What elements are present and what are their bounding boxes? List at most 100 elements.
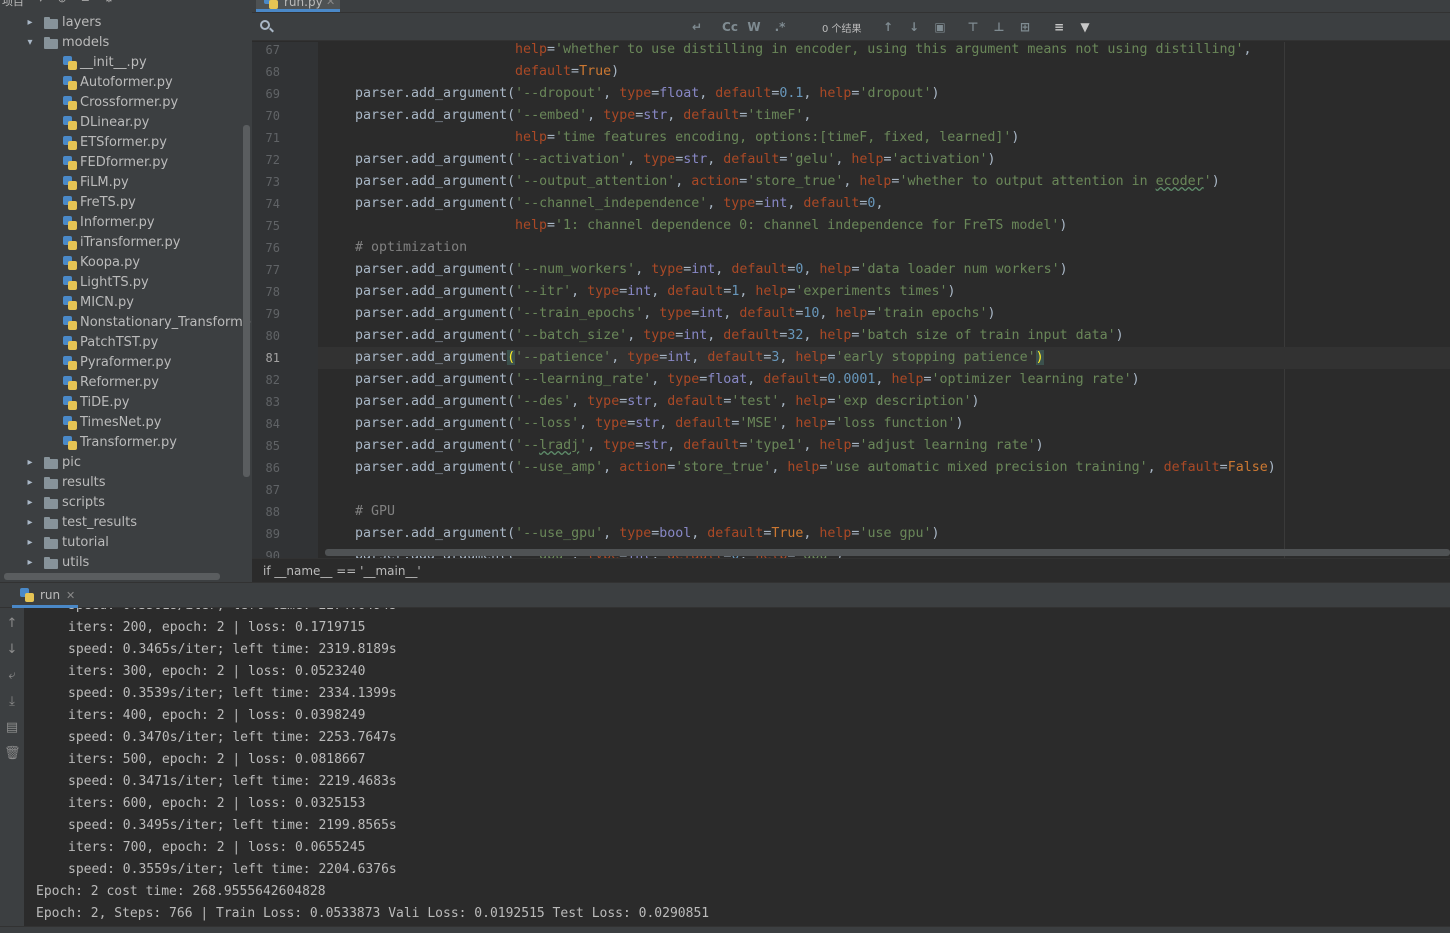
tree-file[interactable]: MICN.py [0, 293, 252, 313]
tree-folder-test_results[interactable]: ▸ test_results [0, 513, 252, 533]
scroll-to-end-icon[interactable]: ⤓ [4, 694, 20, 710]
tab-close-icon[interactable]: ✕ [326, 0, 335, 8]
run-tab-close-icon[interactable]: ✕ [66, 583, 75, 608]
tree-file[interactable]: FreTS.py [0, 193, 252, 213]
line-number[interactable]: 68 [252, 61, 280, 83]
line-number[interactable]: 82 [252, 369, 280, 391]
chevron-right-icon[interactable]: ▸ [24, 533, 36, 553]
line-number[interactable]: 84 [252, 413, 280, 435]
tree-file[interactable]: Reformer.py [0, 373, 252, 393]
tree-folder-results[interactable]: ▸ results [0, 473, 252, 493]
chevron-right-icon[interactable]: ▸ [24, 553, 36, 573]
code-line[interactable]: parser.add_argument('--embed', type=str,… [318, 105, 1450, 127]
code-line[interactable]: parser.add_argument('--batch_size', type… [318, 325, 1450, 347]
scroll-up-icon[interactable]: ↑ [4, 616, 20, 632]
code-line-current[interactable]: parser.add_argument('--patience', type=i… [318, 347, 1450, 369]
breadcrumb[interactable]: if __name__ == '__main__' [252, 558, 1450, 582]
tree-file[interactable]: PatchTST.py [0, 333, 252, 353]
line-number[interactable]: 89 [252, 523, 280, 545]
new-line-icon[interactable]: ↵ [688, 18, 706, 36]
editor-horizontal-scrollbar[interactable] [325, 549, 1450, 556]
line-number[interactable]: 78 [252, 281, 280, 303]
code-line[interactable]: parser.add_argument('--output_attention'… [318, 171, 1450, 193]
tree-folder-layers[interactable]: ▸ layers [0, 13, 252, 33]
code-line[interactable]: parser.add_argument('--dropout', type=fl… [318, 83, 1450, 105]
line-number[interactable]: 72 [252, 149, 280, 171]
code-line[interactable]: # optimization [318, 237, 1450, 259]
next-occurrence-icon[interactable]: ↓ [906, 18, 922, 36]
tab-run-py[interactable]: run.py ✕ [256, 0, 340, 12]
code-editor[interactable]: help='whether to use distilling in encod… [318, 42, 1450, 558]
tree-folder-models[interactable]: ▾ models [0, 33, 252, 53]
code-line[interactable]: parser.add_argument('--activation', type… [318, 149, 1450, 171]
project-panel-title[interactable]: 项目 [2, 0, 24, 8]
tree-file[interactable]: iTransformer.py [0, 233, 252, 253]
code-line[interactable]: help='1: channel dependence 0: channel i… [318, 215, 1450, 237]
code-line[interactable]: parser.add_argument('--itr', type=int, d… [318, 281, 1450, 303]
code-line[interactable]: parser.add_argument('--loss', type=str, … [318, 413, 1450, 435]
line-number[interactable]: 71 [252, 127, 280, 149]
open-in-window-icon[interactable]: ▣ [932, 18, 948, 36]
match-case-button[interactable]: Cc [720, 18, 740, 36]
code-line[interactable]: parser.add_argument('--channel_independe… [318, 193, 1450, 215]
code-line[interactable]: parser.add_argument('--train_epochs', ty… [318, 303, 1450, 325]
search-icon[interactable] [260, 20, 274, 34]
project-tree-vertical-scrollbar[interactable] [243, 125, 250, 477]
line-number[interactable]: 88 [252, 501, 280, 523]
tree-file[interactable]: FiLM.py [0, 173, 252, 193]
filter-search-results-icon[interactable]: ≡ [1050, 18, 1068, 36]
tree-file[interactable]: Koopa.py [0, 253, 252, 273]
code-line[interactable]: help='whether to use distilling in encod… [318, 42, 1450, 61]
tree-folder-tutorial[interactable]: ▸ tutorial [0, 533, 252, 553]
line-number[interactable]: 83 [252, 391, 280, 413]
chevron-right-icon[interactable]: ▸ [24, 493, 36, 513]
tree-file[interactable]: Transformer.py [0, 433, 252, 453]
code-line[interactable]: parser.add_argument('--des', type=str, d… [318, 391, 1450, 413]
clear-all-icon[interactable]: 🗑 [4, 746, 21, 762]
line-number[interactable]: 73 [252, 171, 280, 193]
remove-occurrence-icon[interactable]: ⊥ [990, 18, 1008, 36]
tree-file[interactable]: Autoformer.py [0, 73, 252, 93]
line-number[interactable]: 90 [252, 545, 280, 558]
line-number[interactable]: 79 [252, 303, 280, 325]
line-number[interactable]: 81 [252, 347, 280, 369]
line-number[interactable]: 76 [252, 237, 280, 259]
soft-wrap-icon[interactable]: ⤶ [4, 668, 20, 684]
regex-button[interactable]: .* [772, 18, 788, 36]
code-line[interactable]: parser.add_argument('--learning_rate', t… [318, 369, 1450, 391]
code-line[interactable]: help='time features encoding, options:[t… [318, 127, 1450, 149]
tree-file[interactable]: LightTS.py [0, 273, 252, 293]
select-all-occurrences-icon[interactable]: ⊞ [1016, 18, 1034, 36]
chevron-right-icon[interactable]: ▸ [24, 513, 36, 533]
tree-file[interactable]: Nonstationary_Transformer.py [0, 313, 252, 333]
chevron-right-icon[interactable]: ▸ [24, 473, 36, 493]
chevron-down-icon[interactable]: ▾ [24, 33, 36, 53]
line-number[interactable]: 85 [252, 435, 280, 457]
line-number[interactable]: 77 [252, 259, 280, 281]
project-tree-horizontal-scrollbar[interactable] [4, 573, 220, 580]
tree-file[interactable]: Informer.py [0, 213, 252, 233]
filter-icon[interactable]: ▼ [1076, 18, 1094, 36]
scroll-down-icon[interactable]: ↓ [4, 642, 20, 658]
tree-file[interactable]: Crossformer.py [0, 93, 252, 113]
line-number[interactable]: 74 [252, 193, 280, 215]
tree-file[interactable]: TiDE.py [0, 393, 252, 413]
add-occurrence-icon[interactable]: ⊤ [964, 18, 982, 36]
words-button[interactable]: W [746, 18, 762, 36]
run-console-output[interactable]: speed: 0.3501s/iter; left time: 2274.649… [24, 608, 1450, 926]
line-number[interactable]: 86 [252, 457, 280, 479]
code-line[interactable]: # GPU [318, 501, 1450, 523]
previous-occurrence-icon[interactable]: ↑ [880, 18, 896, 36]
tree-file[interactable]: TimesNet.py [0, 413, 252, 433]
tree-folder-pic[interactable]: ▸ pic [0, 453, 252, 473]
tree-file[interactable]: ETSformer.py [0, 133, 252, 153]
line-number[interactable]: 70 [252, 105, 280, 127]
tab-run[interactable]: run ✕ [12, 583, 78, 608]
tree-file[interactable]: Pyraformer.py [0, 353, 252, 373]
line-number[interactable]: 80 [252, 325, 280, 347]
line-number[interactable]: 75 [252, 215, 280, 237]
code-line[interactable] [318, 479, 1450, 501]
line-number-gutter[interactable]: 67 68 69 70 71 72 73 74 75 76 77 78 79 80 81 82 83 84 85 86… [252, 42, 318, 558]
code-line[interactable]: parser.add_argument('--use_amp', action =… [318, 457, 1450, 479]
line-number[interactable]: 67 [252, 42, 280, 61]
